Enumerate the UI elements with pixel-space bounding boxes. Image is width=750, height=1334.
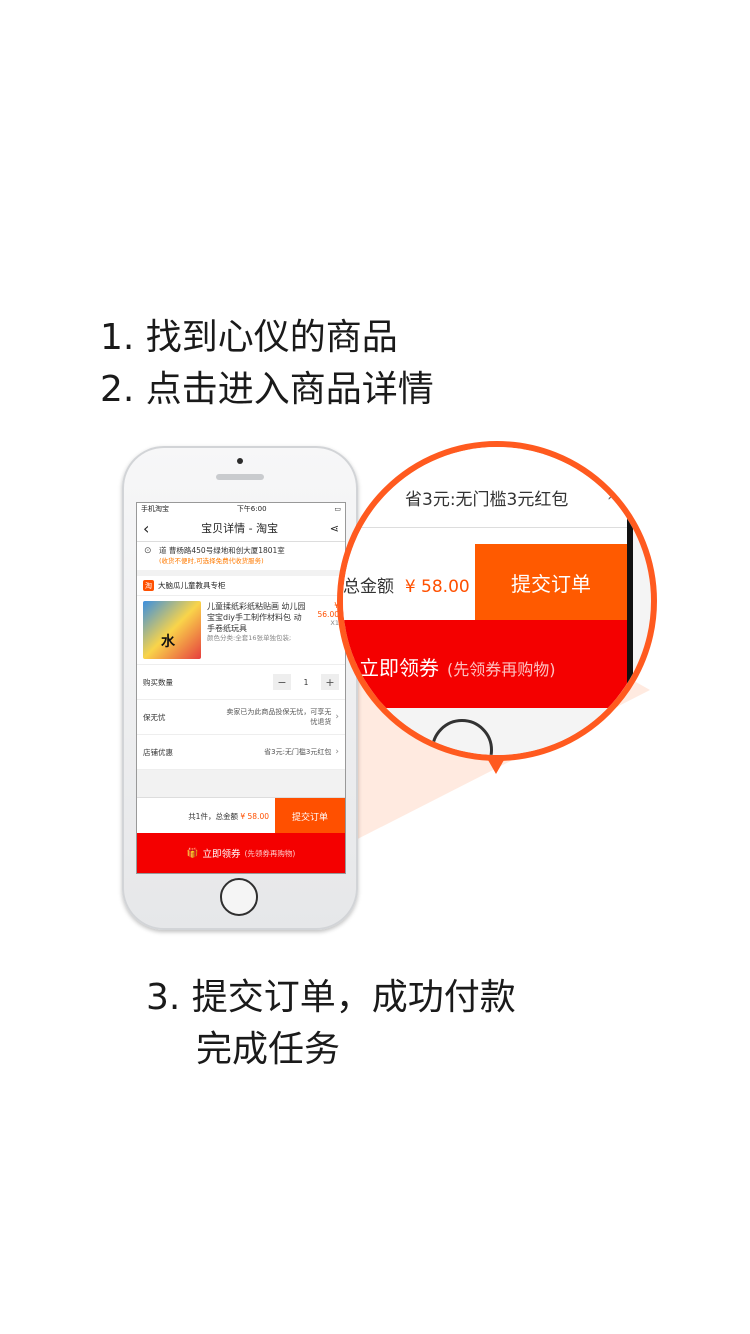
address-block[interactable]: ⊙ 道 曹杨路450号绿地和创大厦1801室 (收货不便时,可选择免费代收货服务… [137,542,345,570]
status-time: 下午6:00 [236,505,267,513]
step-3-text-line2: 完成任务 [196,1029,341,1070]
status-bar: 手机淘宝 下午6:00 ▭ [137,503,345,515]
product-thumbnail: 水 [143,601,201,659]
battery-icon: ▭ [334,505,341,513]
quantity-stepper: − 1 + [273,674,339,690]
product-info: 儿童揉纸彩纸粘贴画 幼儿园宝宝diy手工制作材料包 动手卷纸玩具 颜色分类:全套… [207,601,307,659]
step-3-text: 3. 提交订单，成功付款 [146,977,516,1018]
address-line: 道 曹杨路450号绿地和创大厦1801室 [159,546,285,555]
instructions-bottom: 3. 提交订单，成功付款 完成任务 [146,972,516,1076]
coupon-sub: (先领券再购物) [244,848,296,858]
get-coupon-button[interactable]: 🎁 立即领券 (先领券再购物) [137,833,345,873]
shop-name: 大脑瓜儿童教具专柜 [158,581,226,590]
zoom-coupon-sub: (先领券再购物) [447,660,556,679]
share-icon[interactable]: ⋖ [330,522,339,535]
shop-header[interactable]: 淘 大脑瓜儿童教具专柜 [137,576,345,596]
zoom-coupon-button[interactable]: 立即领券 (先领券再购物) [343,620,627,708]
shop-discount-value: 省3元:无门槛3元红包 [264,748,332,756]
step-2-text: 2. 点击进入商品详情 [100,369,434,410]
phone-mockup: 手机淘宝 下午6:00 ▭ ‹ 宝贝详情 - 淘宝 ⋖ ⊙ 道 曹杨路450号绿… [122,446,358,930]
guarantee-text: 卖家已为此商品投保无忧，可享无忧退货 [226,708,332,726]
total-prefix: 共1件，总金额 [188,811,238,821]
address-note: (收货不便时,可选择免费代收货服务) [159,557,264,565]
chevron-right-icon: › [335,747,339,757]
zoom-total: 总金额 ¥ 58.00 [343,544,475,620]
taobao-logo-icon: 淘 [143,580,154,591]
back-icon[interactable]: ‹ [143,519,149,538]
phone-screen: 手机淘宝 下午6:00 ▭ ‹ 宝贝详情 - 淘宝 ⋖ ⊙ 道 曹杨路450号绿… [136,502,346,874]
product-qty: X1 [330,619,339,627]
zoom-submit-button[interactable]: 提交订单 [475,544,627,620]
order-total: 共1件，总金额 ¥ 58.00 [137,811,275,822]
nav-bar: ‹ 宝贝详情 - 淘宝 ⋖ [137,515,345,542]
product-item[interactable]: 水 儿童揉纸彩纸粘贴画 幼儿园宝宝diy手工制作材料包 动手卷纸玩具 颜色分类:… [137,596,345,665]
magnifier-circle: 省3元:无门槛3元红包 › 总金额 ¥ 58.00 提交订单 立即领券 (先领券再… [337,441,657,761]
chevron-right-icon: › [607,485,615,506]
instructions-top: 1. 找到心仪的商品 2. 点击进入商品详情 [100,312,434,416]
shop-discount-row[interactable]: 店铺优惠 省3元:无门槛3元红包 › [137,735,345,770]
magnifier-pointer [488,760,504,774]
guarantee-label: 保无忧 [143,712,166,722]
product-title: 儿童揉纸彩纸粘贴画 幼儿园宝宝diy手工制作材料包 动手卷纸玩具 [207,602,306,633]
coupon-label: 立即领券 [202,849,241,860]
page-title: 宝贝详情 - 淘宝 [201,522,279,535]
submit-bar: 共1件，总金额 ¥ 58.00 提交订单 [137,797,345,834]
product-price-block: ¥ 56.00 X1 [313,601,339,659]
shop-discount-label: 店铺优惠 [143,747,173,757]
quantity-value[interactable]: 1 [291,678,321,687]
minus-button[interactable]: − [273,674,291,690]
total-value: ¥ 58.00 [240,811,269,821]
guarantee-row[interactable]: 保无忧 卖家已为此商品投保无忧，可享无忧退货 › [137,700,345,735]
product-spec: 颜色分类:全套16张单独包装; [207,634,292,642]
zoom-discount-text: 省3元:无门槛3元红包 [405,490,569,510]
product-price: ¥ 56.00 [317,601,339,619]
phone-camera [237,458,243,464]
zoom-total-value: ¥ 58.00 [404,577,470,597]
buy-quantity-row: 购买数量 − 1 + [137,665,345,700]
status-carrier: 手机淘宝 [141,505,169,513]
chevron-right-icon: › [335,712,339,722]
submit-order-button[interactable]: 提交订单 [275,798,345,834]
phone-speaker [216,474,264,480]
zoom-coupon-label: 立即领券 [359,656,439,680]
zoom-discount-row: 省3元:无门槛3元红包 › [343,447,627,527]
home-button[interactable] [220,878,258,916]
zoom-total-label: 总金额 [343,577,394,597]
buy-qty-label: 购买数量 [143,677,173,687]
step-1-text: 1. 找到心仪的商品 [100,317,398,358]
zoom-phone-frame [627,487,633,707]
gift-icon: 🎁 [186,847,199,859]
plus-button[interactable]: + [321,674,339,690]
location-pin-icon: ⊙ [144,546,152,556]
